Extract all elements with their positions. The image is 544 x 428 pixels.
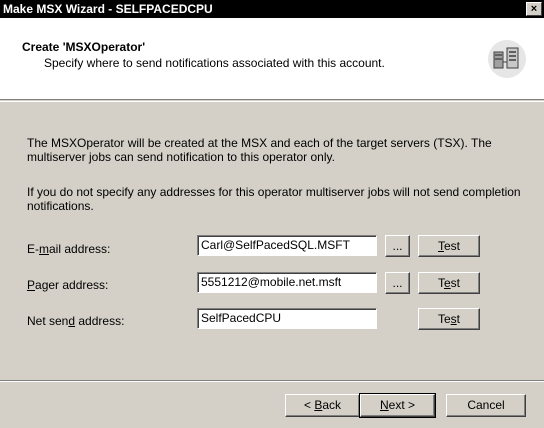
close-button[interactable]: ×	[526, 2, 542, 16]
pager-label: Pager address:	[27, 278, 109, 292]
wizard-header: Create 'MSXOperator' Specify where to se…	[0, 18, 544, 100]
warning-text: If you do not specify any addresses for …	[27, 185, 521, 213]
cancel-button[interactable]: Cancel	[446, 394, 526, 417]
close-icon: ×	[530, 3, 538, 15]
email-test-button[interactable]: Test	[418, 235, 480, 257]
netsend-label: Net send address:	[27, 314, 125, 328]
wizard-window: Make MSX Wizard - SELFPACEDCPU × Create …	[0, 0, 544, 428]
description-text: The MSXOperator will be created at the M…	[27, 136, 492, 164]
footer-divider-highlight	[0, 381, 544, 382]
page-subtitle: Specify where to send notifications asso…	[44, 56, 385, 70]
email-browse-button[interactable]: ...	[385, 235, 410, 257]
netsend-field[interactable]: SelfPacedCPU	[197, 308, 377, 329]
page-title: Create 'MSXOperator'	[22, 40, 146, 54]
back-button[interactable]: < Back	[285, 394, 360, 417]
pager-field[interactable]: 5551212@mobile.net.msft	[197, 272, 377, 293]
header-divider	[0, 101, 544, 102]
email-field[interactable]: Carl@SelfPacedSQL.MSFT	[197, 235, 377, 256]
email-label: E-mail address:	[27, 242, 111, 256]
server-network-icon	[488, 40, 526, 78]
pager-browse-button[interactable]: ...	[385, 272, 410, 294]
next-button[interactable]: Next >	[359, 393, 436, 418]
window-title: Make MSX Wizard - SELFPACEDCPU	[3, 2, 213, 16]
pager-test-button[interactable]: Test	[418, 272, 480, 294]
netsend-test-button[interactable]: Test	[418, 308, 480, 330]
title-bar: Make MSX Wizard - SELFPACEDCPU ×	[0, 0, 544, 18]
